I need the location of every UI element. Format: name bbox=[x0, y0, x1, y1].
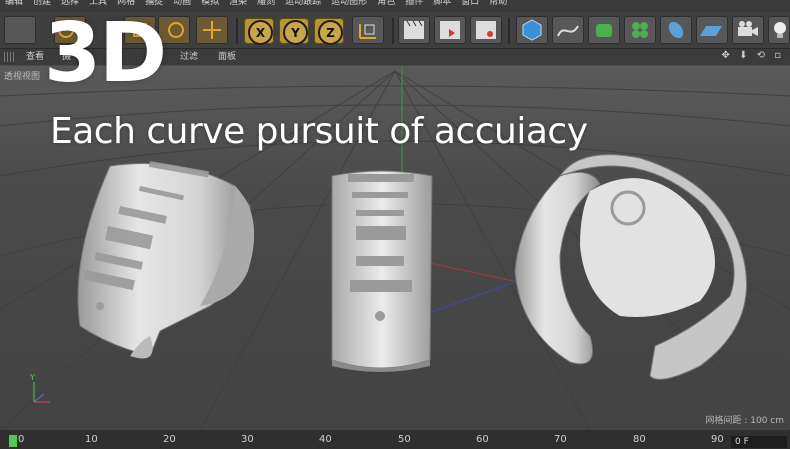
axis-y-icon: Y bbox=[283, 20, 308, 45]
menu-motion-tracking[interactable]: 运动跟踪 bbox=[280, 0, 326, 9]
grid-spacing-label: 网格间距 : 100 cm bbox=[705, 416, 784, 426]
menu-mograph[interactable]: 运动图形 bbox=[326, 0, 372, 9]
timeline-tick: 20 bbox=[163, 434, 176, 445]
nurbs-icon bbox=[596, 24, 612, 37]
overlay-subtitle: Each curve pursuit of accuiacy bbox=[50, 111, 588, 152]
mograph-button[interactable] bbox=[624, 16, 656, 44]
nurbs-button[interactable] bbox=[588, 16, 620, 44]
spline-button[interactable] bbox=[552, 16, 584, 44]
camera-button[interactable] bbox=[732, 16, 764, 44]
viewport-menu-view[interactable]: 查看 bbox=[26, 49, 44, 65]
current-frame-field[interactable]: 0 F bbox=[731, 436, 787, 448]
timeline-bar[interactable]: 0 10 20 30 40 50 60 70 80 90 0 F bbox=[0, 430, 790, 449]
light-bulb-icon bbox=[774, 22, 786, 38]
viewport-title: 透视视图 bbox=[4, 72, 41, 82]
menu-window[interactable]: 窗口 bbox=[456, 0, 484, 9]
toolbar-separator bbox=[508, 18, 510, 44]
viewport-menu-panel[interactable]: 面板 bbox=[218, 49, 236, 65]
render-view-button[interactable] bbox=[398, 16, 430, 44]
timeline-tick: 90 bbox=[711, 434, 724, 445]
timeline-playhead[interactable] bbox=[9, 435, 17, 447]
cuff-left-model bbox=[77, 161, 255, 359]
menu-plugins[interactable]: 插件 bbox=[400, 0, 428, 9]
menu-simulate[interactable]: 模拟 bbox=[196, 0, 224, 9]
clapperboard-icon bbox=[404, 20, 424, 39]
timeline-tick: 70 bbox=[554, 434, 567, 445]
axis-x-icon: X bbox=[248, 20, 273, 45]
cloner-icon bbox=[632, 22, 648, 38]
light-button[interactable] bbox=[768, 16, 790, 44]
timeline-tick: 0 bbox=[18, 434, 25, 445]
menu-script[interactable]: 脚本 bbox=[428, 0, 456, 9]
cube-button[interactable] bbox=[516, 16, 548, 44]
clapperboard-play-icon bbox=[440, 21, 460, 39]
viewport-menu-filter[interactable]: 过滤 bbox=[180, 49, 198, 65]
menu-sculpt[interactable]: 雕刻 bbox=[252, 0, 280, 9]
timeline-tick: 60 bbox=[476, 434, 489, 445]
menu-render[interactable]: 渲染 bbox=[224, 0, 252, 9]
floor-button[interactable] bbox=[696, 16, 728, 44]
render-settings-button[interactable] bbox=[470, 16, 502, 44]
axis-y-button[interactable]: Y bbox=[279, 18, 309, 45]
cross-icon bbox=[203, 21, 221, 39]
toolbar-separator bbox=[236, 18, 238, 44]
overlay-title: 3D bbox=[44, 6, 167, 101]
render-picture-viewer-button[interactable] bbox=[434, 16, 466, 44]
cuff-middle-model bbox=[331, 170, 433, 372]
timeline-tick: 80 bbox=[633, 434, 646, 445]
axis-z-icon: Z bbox=[318, 20, 343, 45]
svg-text:Y: Y bbox=[29, 373, 35, 382]
timeline-tick: 30 bbox=[241, 434, 254, 445]
axis-z-button[interactable]: Z bbox=[314, 18, 344, 45]
spline-pen-icon bbox=[557, 25, 579, 37]
transform-tool-button[interactable] bbox=[196, 16, 228, 44]
cube-icon bbox=[522, 19, 542, 41]
deformer-icon bbox=[668, 21, 684, 39]
undo-button[interactable] bbox=[4, 16, 36, 44]
toolbar-separator bbox=[392, 18, 394, 44]
cuff-right-model bbox=[514, 154, 748, 380]
floor-icon bbox=[700, 26, 722, 36]
axis-x-button[interactable]: X bbox=[244, 18, 274, 45]
menu-help[interactable]: 帮助 bbox=[484, 0, 512, 9]
viewport-navigation-icons[interactable]: ✥ ⬇ ⟲ ▫ bbox=[722, 48, 784, 64]
coordinate-system-button[interactable] bbox=[352, 16, 384, 44]
coordinate-icon bbox=[359, 24, 376, 39]
deformer-button[interactable] bbox=[660, 16, 692, 44]
timeline-tick: 40 bbox=[319, 434, 332, 445]
menu-character[interactable]: 角色 bbox=[372, 0, 400, 9]
menu-animate[interactable]: 动画 bbox=[168, 0, 196, 9]
panel-grip-icon[interactable] bbox=[4, 52, 16, 62]
clapperboard-settings-icon bbox=[476, 21, 496, 39]
timeline-tick: 50 bbox=[398, 434, 411, 445]
timeline-tick: 10 bbox=[85, 434, 98, 445]
camera-icon bbox=[738, 21, 758, 36]
menu-edit[interactable]: 编辑 bbox=[0, 0, 28, 9]
